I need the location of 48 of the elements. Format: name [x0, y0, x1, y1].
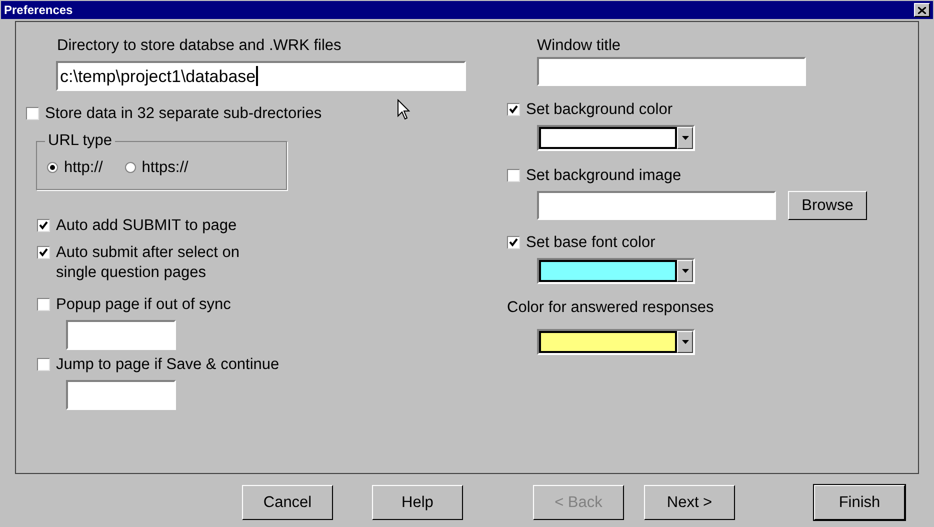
radio-button[interactable]	[124, 162, 136, 174]
text-field[interactable]	[66, 380, 176, 410]
checkbox[interactable]	[507, 169, 520, 182]
checkbox[interactable]	[507, 236, 520, 250]
checkbox[interactable]	[37, 298, 50, 312]
close-button[interactable]	[914, 3, 930, 17]
checkmark-icon	[509, 238, 518, 248]
checkbox[interactable]	[37, 219, 50, 232]
checkmark-icon	[39, 221, 48, 230]
directory-label: Directory to store databse and .WRK files	[57, 36, 342, 56]
group-legend: URL type	[45, 131, 116, 152]
checkbox[interactable]	[37, 358, 50, 372]
checkbox[interactable]	[507, 103, 520, 116]
dialog-button[interactable]: Next >	[644, 485, 735, 520]
checkbox-label: Auto add SUBMIT to page	[56, 216, 237, 236]
checkbox-label: Set background image	[526, 166, 682, 186]
checkbox-label: Set background color	[526, 100, 672, 120]
radio-label: https://	[142, 158, 188, 178]
dialog-button[interactable]: Cancel	[242, 485, 333, 520]
checkbox-label: Store data in 32 separate sub-drectories	[45, 104, 322, 124]
answered-color-label: Color for answered responses	[507, 298, 715, 318]
close-icon	[918, 6, 926, 14]
window-title-field[interactable]	[537, 57, 806, 86]
caret-icon	[682, 340, 688, 344]
directory-field[interactable]: c:\temp\project1\database	[56, 61, 466, 92]
checkbox-label: Set base font color	[526, 233, 656, 254]
color-dropdown[interactable]	[537, 258, 695, 284]
mouse-pointer-icon	[397, 99, 410, 120]
checkbox[interactable]	[26, 107, 39, 120]
radio-label: http://	[64, 158, 103, 178]
checkbox-label: Popup page if out of sync	[56, 295, 231, 316]
checkbox-label: Auto submit after select on single question pages	[56, 243, 241, 284]
text-field[interactable]	[66, 320, 176, 350]
window-title-label: Window title	[537, 36, 622, 56]
checkbox[interactable]	[37, 246, 50, 260]
radio-button[interactable]	[47, 162, 58, 174]
color-dropdown[interactable]	[537, 328, 695, 354]
color-dropdown[interactable]	[537, 125, 695, 152]
checkmark-icon	[509, 105, 518, 114]
image-path-field[interactable]	[537, 191, 776, 220]
caret-icon	[682, 136, 688, 140]
checkmark-icon	[39, 248, 48, 258]
window-title: Preferences	[4, 2, 73, 19]
caret-icon	[682, 269, 688, 274]
checkbox-label: Jump to page if Save & continue	[56, 355, 280, 376]
dialog-button[interactable]: Help	[372, 485, 463, 520]
browse-button[interactable]: Browse	[788, 191, 867, 220]
dialog-button[interactable]: Finish	[814, 485, 905, 520]
